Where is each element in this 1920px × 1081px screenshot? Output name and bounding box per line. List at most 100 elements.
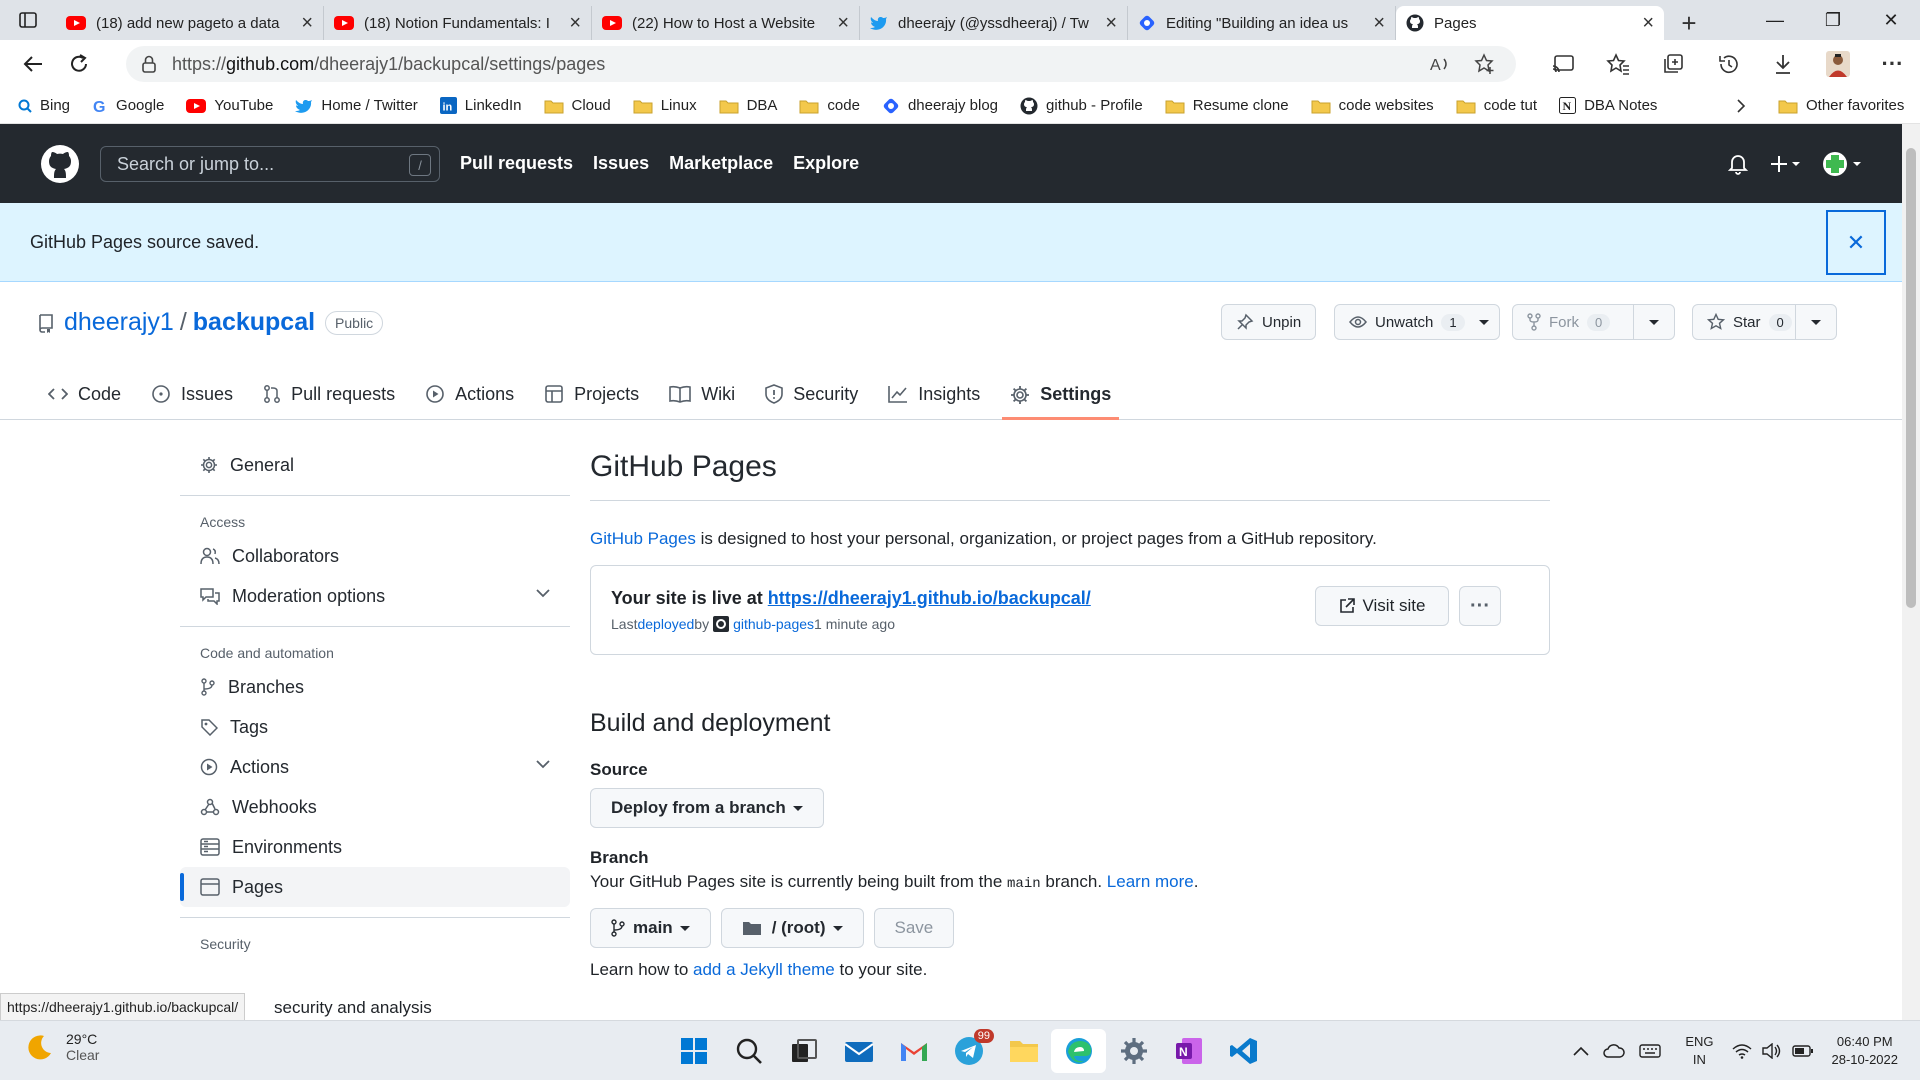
- downloads-button[interactable]: [1755, 40, 1810, 88]
- cast-button[interactable]: [1535, 40, 1590, 88]
- jekyll-theme-link[interactable]: add a Jekyll theme: [693, 960, 835, 979]
- favorite-item[interactable]: YouTube: [186, 97, 273, 114]
- battery-icon[interactable]: [1791, 1044, 1814, 1058]
- chevron-down-icon[interactable]: [536, 588, 550, 598]
- settings-more-button[interactable]: ···: [1865, 40, 1920, 88]
- sidebar-item-moderation[interactable]: Moderation options: [180, 576, 570, 616]
- site-url-link[interactable]: https://dheerajy1.github.io/backupcal/: [768, 588, 1091, 608]
- weather-widget[interactable]: 29°C Clear: [24, 1031, 99, 1063]
- history-button[interactable]: [1700, 40, 1755, 88]
- favorite-folder[interactable]: Cloud: [544, 97, 611, 114]
- tab-projects[interactable]: Projects: [544, 372, 639, 416]
- close-tab-icon[interactable]: ×: [569, 12, 581, 35]
- minimize-button[interactable]: —: [1746, 0, 1804, 40]
- tab-insights[interactable]: Insights: [888, 372, 980, 416]
- favorite-item[interactable]: github - Profile: [1020, 97, 1143, 115]
- gmail-app[interactable]: [886, 1029, 941, 1073]
- close-tab-icon[interactable]: ×: [1105, 12, 1117, 35]
- user-avatar-menu[interactable]: [1822, 151, 1862, 177]
- favorites-button[interactable]: [1590, 40, 1645, 88]
- new-tab-button[interactable]: +: [1664, 6, 1714, 40]
- taskbar-search[interactable]: [721, 1029, 776, 1073]
- start-button[interactable]: [666, 1029, 721, 1073]
- nav-issues[interactable]: Issues: [593, 153, 649, 174]
- window-close-button[interactable]: ✕: [1862, 0, 1920, 40]
- page-scrollbar[interactable]: [1902, 124, 1920, 1020]
- sidebar-item-general[interactable]: General: [180, 445, 570, 485]
- browser-tab[interactable]: dheerajy (@yssdheeraj) / Tw ×: [860, 6, 1128, 40]
- favorite-folder[interactable]: code tut: [1456, 97, 1537, 114]
- favorite-item[interactable]: in LinkedIn: [439, 97, 522, 114]
- save-button[interactable]: Save: [873, 908, 955, 948]
- branch-select[interactable]: main: [590, 908, 711, 948]
- deployer-link[interactable]: github-pages: [733, 616, 814, 632]
- browser-tab[interactable]: Editing "Building an idea us ×: [1128, 6, 1396, 40]
- favorite-folder[interactable]: code websites: [1311, 97, 1434, 114]
- notification-bell-icon[interactable]: [1728, 153, 1748, 175]
- file-explorer-app[interactable]: [996, 1029, 1051, 1073]
- fork-dropdown-button[interactable]: [1633, 304, 1675, 340]
- restore-button[interactable]: ❐: [1804, 0, 1862, 40]
- refresh-button[interactable]: [56, 44, 102, 84]
- collections-button[interactable]: [1645, 40, 1700, 88]
- source-select[interactable]: Deploy from a branch: [590, 788, 824, 828]
- close-tab-icon[interactable]: ×: [1373, 12, 1385, 35]
- favorite-folder[interactable]: Linux: [633, 97, 697, 114]
- tab-pull-requests[interactable]: Pull requests: [263, 372, 395, 416]
- wifi-icon[interactable]: [1732, 1043, 1752, 1059]
- url-bar[interactable]: https://github.com/dheerajy1/backupcal/s…: [126, 46, 1516, 82]
- dismiss-flash-button[interactable]: ✕: [1826, 210, 1886, 275]
- browser-tab[interactable]: (22) How to Host a Website ×: [592, 6, 860, 40]
- telegram-app[interactable]: 99: [941, 1029, 996, 1073]
- favorite-item[interactable]: N DBA Notes: [1559, 97, 1657, 114]
- close-tab-icon[interactable]: ×: [837, 12, 849, 35]
- close-tab-icon[interactable]: ×: [1642, 12, 1654, 35]
- favorite-item[interactable]: Bing: [18, 97, 70, 114]
- favorite-item[interactable]: G Google: [92, 97, 164, 114]
- star-button[interactable]: Star 0: [1692, 304, 1802, 340]
- create-new-plus-icon[interactable]: [1770, 154, 1800, 174]
- tab-actions[interactable]: Actions: [425, 372, 514, 416]
- onedrive-cloud-icon[interactable]: [1603, 1044, 1626, 1058]
- onenote-app[interactable]: N: [1161, 1029, 1216, 1073]
- github-search-input[interactable]: Search or jump to... /: [100, 146, 440, 182]
- read-aloud-icon[interactable]: A: [1430, 55, 1452, 73]
- deployed-link[interactable]: deployed: [637, 616, 694, 632]
- tab-actions-button[interactable]: [0, 0, 56, 40]
- favorite-item[interactable]: Home / Twitter: [295, 97, 418, 114]
- sidebar-item-tags[interactable]: Tags: [180, 707, 570, 747]
- nav-explore[interactable]: Explore: [793, 153, 859, 174]
- unwatch-button[interactable]: Unwatch 1: [1334, 304, 1500, 340]
- keyboard-icon[interactable]: [1639, 1044, 1662, 1058]
- sidebar-item-branches[interactable]: Branches: [180, 667, 570, 707]
- language-indicator[interactable]: ENG IN: [1685, 1033, 1713, 1069]
- sidebar-item-code-security-analysis[interactable]: security and analysis: [274, 998, 432, 1018]
- favorite-folder[interactable]: DBA: [719, 97, 777, 114]
- other-favorites-folder[interactable]: Other favorites: [1778, 97, 1904, 114]
- more-options-button[interactable]: ···: [1459, 586, 1501, 626]
- visit-site-button[interactable]: Visit site: [1315, 586, 1449, 626]
- favorite-folder[interactable]: code: [799, 97, 860, 114]
- favorites-overflow-chevron[interactable]: [1736, 98, 1746, 114]
- github-logo-icon[interactable]: [40, 144, 80, 184]
- close-tab-icon[interactable]: ×: [301, 12, 313, 35]
- scrollbar-thumb[interactable]: [1906, 148, 1916, 608]
- nav-pull-requests[interactable]: Pull requests: [460, 153, 573, 174]
- sidebar-item-actions[interactable]: Actions: [180, 747, 570, 787]
- star-dropdown-button[interactable]: [1795, 304, 1837, 340]
- tab-security[interactable]: Security: [765, 372, 858, 416]
- github-pages-link[interactable]: GitHub Pages: [590, 529, 696, 548]
- fork-button[interactable]: Fork 0: [1512, 304, 1640, 340]
- sidebar-item-pages[interactable]: Pages: [180, 867, 570, 907]
- chevron-down-icon[interactable]: [536, 759, 550, 769]
- repo-owner-link[interactable]: dheerajy1: [64, 308, 174, 337]
- sidebar-item-webhooks[interactable]: Webhooks: [180, 787, 570, 827]
- learn-more-link[interactable]: Learn more: [1107, 872, 1194, 891]
- task-view-button[interactable]: [776, 1029, 831, 1073]
- sidebar-item-environments[interactable]: Environments: [180, 827, 570, 867]
- profile-button[interactable]: [1810, 40, 1865, 88]
- favorite-folder[interactable]: Resume clone: [1165, 97, 1289, 114]
- add-favorite-icon[interactable]: [1474, 53, 1496, 75]
- tab-settings[interactable]: Settings: [1002, 372, 1120, 420]
- browser-tab[interactable]: (18) add new pageto a data ×: [56, 6, 324, 40]
